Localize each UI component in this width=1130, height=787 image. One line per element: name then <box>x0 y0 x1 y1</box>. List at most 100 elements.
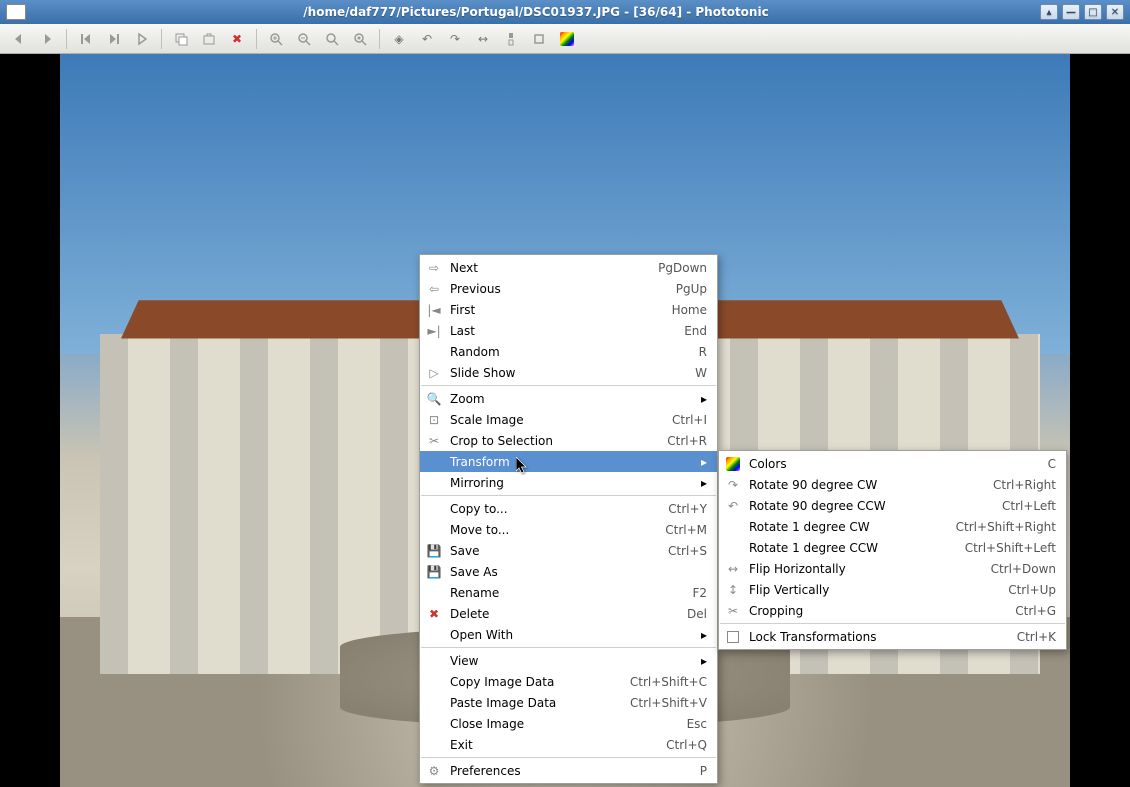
submenu-item-rotate-90-degree-ccw[interactable]: ↶Rotate 90 degree CCWCtrl+Left <box>719 495 1066 516</box>
menu-item-shortcut: Del <box>687 607 707 621</box>
menu-item-next[interactable]: ⇨NextPgDown <box>420 257 717 278</box>
menu-item-label: Copy to... <box>450 502 648 516</box>
menu-item-last[interactable]: ►|LastEnd <box>420 320 717 341</box>
blank-icon <box>424 695 444 711</box>
play-button[interactable] <box>131 28 153 50</box>
submenu-item-rotate-90-degree-cw[interactable]: ↷Rotate 90 degree CWCtrl+Right <box>719 474 1066 495</box>
menu-item-open-with[interactable]: Open With▸ <box>420 624 717 645</box>
menu-item-copy-image-data[interactable]: Copy Image DataCtrl+Shift+C <box>420 671 717 692</box>
forward-button[interactable] <box>36 28 58 50</box>
zoom-fit-button[interactable] <box>349 28 371 50</box>
menu-item-save[interactable]: 💾SaveCtrl+S <box>420 540 717 561</box>
image-viewer[interactable]: ⇨NextPgDown⇦PreviousPgUp|◄FirstHome►|Las… <box>0 54 1130 787</box>
last-button[interactable] <box>103 28 125 50</box>
flip-h-button[interactable]: ↔ <box>472 28 494 50</box>
menu-item-shortcut: R <box>699 345 707 359</box>
first-button[interactable] <box>75 28 97 50</box>
menu-item-label: Rotate 1 degree CW <box>749 520 936 534</box>
copy-button[interactable] <box>170 28 192 50</box>
menu-item-shortcut: Ctrl+Left <box>1002 499 1056 513</box>
menu-item-label: Save <box>450 544 648 558</box>
✂-icon: ✂ <box>723 603 743 619</box>
move-button[interactable] <box>198 28 220 50</box>
blank-icon <box>424 344 444 360</box>
colors-button[interactable] <box>556 28 578 50</box>
↔-icon: ↔ <box>723 561 743 577</box>
rollup-button[interactable]: ▴ <box>1040 4 1058 20</box>
menu-item-move-to[interactable]: Move to...Ctrl+M <box>420 519 717 540</box>
blank-icon <box>424 585 444 601</box>
menu-item-close-image[interactable]: Close ImageEsc <box>420 713 717 734</box>
submenu-item-lock-transformations[interactable]: Lock TransformationsCtrl+K <box>719 626 1066 647</box>
menu-item-label: Zoom <box>450 392 685 406</box>
blank-icon <box>723 519 743 535</box>
menu-item-crop-to-selection[interactable]: ✂Crop to SelectionCtrl+R <box>420 430 717 451</box>
menu-separator <box>421 647 716 648</box>
rotate-cw-button[interactable]: ↷ <box>444 28 466 50</box>
menu-item-random[interactable]: Random R <box>420 341 717 362</box>
menu-item-copy-to[interactable]: Copy to...Ctrl+Y <box>420 498 717 519</box>
✖-icon: ✖ <box>424 606 444 622</box>
transform-submenu: ColorsC↷Rotate 90 degree CWCtrl+Right↶Ro… <box>718 450 1067 650</box>
↶-icon: ↶ <box>723 498 743 514</box>
toolbar-separator <box>161 29 162 49</box>
menu-item-paste-image-data[interactable]: Paste Image DataCtrl+Shift+V <box>420 692 717 713</box>
back-button[interactable] <box>8 28 30 50</box>
submenu-item-flip-vertically[interactable]: ↕Flip VerticallyCtrl+Up <box>719 579 1066 600</box>
menu-separator <box>720 623 1065 624</box>
toolbar-separator <box>256 29 257 49</box>
menu-separator <box>421 495 716 496</box>
menu-item-label: First <box>450 303 652 317</box>
menu-item-shortcut: PgDown <box>658 261 707 275</box>
zoom-reset-button[interactable] <box>321 28 343 50</box>
menu-item-mirroring[interactable]: Mirroring▸ <box>420 472 717 493</box>
menu-item-label: Lock Transformations <box>749 630 997 644</box>
menu-item-shortcut: C <box>1048 457 1056 471</box>
menu-item-slide-show[interactable]: ▷Slide ShowW <box>420 362 717 383</box>
menu-item-rename[interactable]: RenameF2 <box>420 582 717 603</box>
menu-item-first[interactable]: |◄FirstHome <box>420 299 717 320</box>
submenu-item-cropping[interactable]: ✂CroppingCtrl+G <box>719 600 1066 621</box>
menu-item-delete[interactable]: ✖DeleteDel <box>420 603 717 624</box>
submenu-item-rotate-1-degree-cw[interactable]: Rotate 1 degree CWCtrl+Shift+Right <box>719 516 1066 537</box>
submenu-item-colors[interactable]: ColorsC <box>719 453 1066 474</box>
menu-item-shortcut: P <box>700 764 707 778</box>
rotate-ccw-button[interactable]: ↶ <box>416 28 438 50</box>
menu-item-zoom[interactable]: 🔍Zoom▸ <box>420 388 717 409</box>
menu-item-label: Cropping <box>749 604 995 618</box>
submenu-item-rotate-1-degree-ccw[interactable]: Rotate 1 degree CCWCtrl+Shift+Left <box>719 537 1066 558</box>
flip-v-button[interactable] <box>500 28 522 50</box>
maximize-button[interactable]: □ <box>1084 4 1102 20</box>
blank-icon <box>424 627 444 643</box>
submenu-arrow-icon: ▸ <box>695 455 707 469</box>
menu-item-label: Random <box>450 345 679 359</box>
toolbar-separator <box>66 29 67 49</box>
menu-item-shortcut: Esc <box>687 717 707 731</box>
crop-button[interactable] <box>528 28 550 50</box>
close-button[interactable]: ✕ <box>1106 4 1124 20</box>
menu-item-label: Rotate 90 degree CW <box>749 478 973 492</box>
menu-item-exit[interactable]: ExitCtrl+Q <box>420 734 717 755</box>
menu-item-transform[interactable]: Transform ▸ <box>420 451 717 472</box>
menu-item-label: Copy Image Data <box>450 675 610 689</box>
▷-icon: ▷ <box>424 365 444 381</box>
menu-item-label: Flip Vertically <box>749 583 988 597</box>
menu-item-shortcut: Ctrl+Down <box>991 562 1056 576</box>
transform-button[interactable]: ◈ <box>388 28 410 50</box>
submenu-item-flip-horizontally[interactable]: ↔Flip HorizontallyCtrl+Down <box>719 558 1066 579</box>
menu-item-scale-image[interactable]: ⊡Scale ImageCtrl+I <box>420 409 717 430</box>
zoom-out-button[interactable] <box>293 28 315 50</box>
menu-item-save-as[interactable]: 💾Save As <box>420 561 717 582</box>
menu-item-previous[interactable]: ⇦PreviousPgUp <box>420 278 717 299</box>
minimize-button[interactable]: — <box>1062 4 1080 20</box>
blank-icon <box>424 716 444 732</box>
menu-item-label: View <box>450 654 685 668</box>
zoom-in-button[interactable] <box>265 28 287 50</box>
menu-item-view[interactable]: View▸ <box>420 650 717 671</box>
menu-item-preferences[interactable]: ⚙PreferencesP <box>420 760 717 781</box>
menu-item-label: Exit <box>450 738 646 752</box>
rainbow-icon <box>723 456 743 472</box>
delete-button[interactable]: ✖ <box>226 28 248 50</box>
menu-item-label: Transform <box>450 455 685 469</box>
menu-item-label: Open With <box>450 628 685 642</box>
